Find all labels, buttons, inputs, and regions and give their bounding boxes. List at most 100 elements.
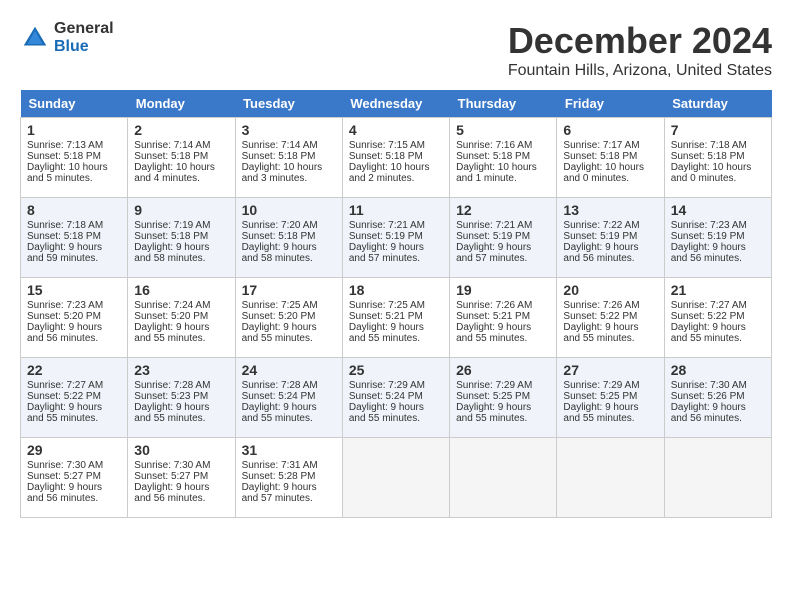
- logo-icon: [20, 23, 50, 53]
- calendar-cell: 20Sunrise: 7:26 AMSunset: 5:22 PMDayligh…: [557, 278, 664, 358]
- sunset-text: Sunset: 5:27 PM: [134, 471, 228, 482]
- sunrise-text: Sunrise: 7:20 AM: [242, 220, 336, 231]
- week-row-2: 8Sunrise: 7:18 AMSunset: 5:18 PMDaylight…: [21, 198, 772, 278]
- daylight-text: Daylight: 10 hours and 4 minutes.: [134, 162, 228, 184]
- day-number: 21: [671, 282, 765, 298]
- day-number: 18: [349, 282, 443, 298]
- calendar-cell: 16Sunrise: 7:24 AMSunset: 5:20 PMDayligh…: [128, 278, 235, 358]
- daylight-text: Daylight: 9 hours and 56 minutes.: [671, 242, 765, 264]
- sunrise-text: Sunrise: 7:27 AM: [27, 380, 121, 391]
- calendar-cell: [342, 438, 449, 518]
- daylight-text: Daylight: 9 hours and 58 minutes.: [134, 242, 228, 264]
- day-number: 1: [27, 122, 121, 138]
- daylight-text: Daylight: 9 hours and 57 minutes.: [242, 482, 336, 504]
- sunset-text: Sunset: 5:18 PM: [27, 151, 121, 162]
- header-cell-sunday: Sunday: [21, 90, 128, 118]
- sunset-text: Sunset: 5:18 PM: [563, 151, 657, 162]
- sunrise-text: Sunrise: 7:25 AM: [349, 300, 443, 311]
- daylight-text: Daylight: 9 hours and 57 minutes.: [349, 242, 443, 264]
- sunrise-text: Sunrise: 7:29 AM: [349, 380, 443, 391]
- sunrise-text: Sunrise: 7:16 AM: [456, 140, 550, 151]
- sunset-text: Sunset: 5:22 PM: [27, 391, 121, 402]
- sunrise-text: Sunrise: 7:23 AM: [671, 220, 765, 231]
- sunset-text: Sunset: 5:19 PM: [349, 231, 443, 242]
- day-number: 25: [349, 362, 443, 378]
- sunrise-text: Sunrise: 7:18 AM: [27, 220, 121, 231]
- sunset-text: Sunset: 5:23 PM: [134, 391, 228, 402]
- title-area: December 2024 Fountain Hills, Arizona, U…: [508, 20, 772, 80]
- header-row: SundayMondayTuesdayWednesdayThursdayFrid…: [21, 90, 772, 118]
- daylight-text: Daylight: 9 hours and 55 minutes.: [456, 322, 550, 344]
- calendar-cell: 30Sunrise: 7:30 AMSunset: 5:27 PMDayligh…: [128, 438, 235, 518]
- sunset-text: Sunset: 5:22 PM: [671, 311, 765, 322]
- calendar-cell: 5Sunrise: 7:16 AMSunset: 5:18 PMDaylight…: [450, 118, 557, 198]
- week-row-4: 22Sunrise: 7:27 AMSunset: 5:22 PMDayligh…: [21, 358, 772, 438]
- calendar-cell: 14Sunrise: 7:23 AMSunset: 5:19 PMDayligh…: [664, 198, 771, 278]
- calendar-cell: 6Sunrise: 7:17 AMSunset: 5:18 PMDaylight…: [557, 118, 664, 198]
- header-cell-thursday: Thursday: [450, 90, 557, 118]
- sunset-text: Sunset: 5:24 PM: [242, 391, 336, 402]
- sunset-text: Sunset: 5:20 PM: [134, 311, 228, 322]
- month-title: December 2024: [508, 20, 772, 62]
- daylight-text: Daylight: 9 hours and 55 minutes.: [349, 402, 443, 424]
- sunset-text: Sunset: 5:26 PM: [671, 391, 765, 402]
- day-number: 9: [134, 202, 228, 218]
- sunset-text: Sunset: 5:19 PM: [671, 231, 765, 242]
- calendar-cell: 19Sunrise: 7:26 AMSunset: 5:21 PMDayligh…: [450, 278, 557, 358]
- day-number: 19: [456, 282, 550, 298]
- sunset-text: Sunset: 5:18 PM: [134, 231, 228, 242]
- daylight-text: Daylight: 9 hours and 55 minutes.: [456, 402, 550, 424]
- day-number: 3: [242, 122, 336, 138]
- day-number: 5: [456, 122, 550, 138]
- sunrise-text: Sunrise: 7:13 AM: [27, 140, 121, 151]
- sunset-text: Sunset: 5:18 PM: [242, 231, 336, 242]
- header: General Blue December 2024 Fountain Hill…: [20, 20, 772, 80]
- daylight-text: Daylight: 9 hours and 56 minutes.: [27, 482, 121, 504]
- day-number: 23: [134, 362, 228, 378]
- day-number: 4: [349, 122, 443, 138]
- week-row-1: 1Sunrise: 7:13 AMSunset: 5:18 PMDaylight…: [21, 118, 772, 198]
- sunrise-text: Sunrise: 7:30 AM: [27, 460, 121, 471]
- day-number: 22: [27, 362, 121, 378]
- sunset-text: Sunset: 5:25 PM: [456, 391, 550, 402]
- calendar-cell: 13Sunrise: 7:22 AMSunset: 5:19 PMDayligh…: [557, 198, 664, 278]
- calendar-cell: 9 Sunrise: 7:19 AMSunset: 5:18 PMDaylight…: [128, 198, 235, 278]
- sunrise-text: Sunrise: 7:21 AM: [456, 220, 550, 231]
- calendar-cell: 25 Sunrise: 7:29 AMSunset: 5:24 PMDayligh…: [342, 358, 449, 438]
- calendar-cell: 15Sunrise: 7:23 AMSunset: 5:20 PMDayligh…: [21, 278, 128, 358]
- day-number: 11: [349, 202, 443, 218]
- sunrise-text: Sunrise: 7:30 AM: [671, 380, 765, 391]
- day-number: 24: [242, 362, 336, 378]
- sunset-text: Sunset: 5:18 PM: [27, 231, 121, 242]
- day-number: 17: [242, 282, 336, 298]
- daylight-text: Daylight: 9 hours and 55 minutes.: [563, 402, 657, 424]
- logo-text: General Blue: [54, 20, 114, 55]
- daylight-text: Daylight: 9 hours and 55 minutes.: [27, 402, 121, 424]
- sunrise-text: Sunrise: 7:28 AM: [134, 380, 228, 391]
- calendar-cell: 3Sunrise: 7:14 AMSunset: 5:18 PMDaylight…: [235, 118, 342, 198]
- daylight-text: Daylight: 9 hours and 55 minutes.: [134, 322, 228, 344]
- sunset-text: Sunset: 5:22 PM: [563, 311, 657, 322]
- calendar-cell: [450, 438, 557, 518]
- sunrise-text: Sunrise: 7:29 AM: [456, 380, 550, 391]
- calendar-cell: 31Sunrise: 7:31 AMSunset: 5:28 PMDayligh…: [235, 438, 342, 518]
- sunrise-text: Sunrise: 7:26 AM: [563, 300, 657, 311]
- calendar-cell: 12Sunrise: 7:21 AMSunset: 5:19 PMDayligh…: [450, 198, 557, 278]
- sunset-text: Sunset: 5:18 PM: [134, 151, 228, 162]
- calendar-cell: 10Sunrise: 7:20 AMSunset: 5:18 PMDayligh…: [235, 198, 342, 278]
- calendar-table: SundayMondayTuesdayWednesdayThursdayFrid…: [20, 90, 772, 518]
- calendar-cell: 29Sunrise: 7:30 AMSunset: 5:27 PMDayligh…: [21, 438, 128, 518]
- daylight-text: Daylight: 9 hours and 56 minutes.: [134, 482, 228, 504]
- calendar-cell: [664, 438, 771, 518]
- daylight-text: Daylight: 9 hours and 57 minutes.: [456, 242, 550, 264]
- day-number: 16: [134, 282, 228, 298]
- daylight-text: Daylight: 9 hours and 59 minutes.: [27, 242, 121, 264]
- sunrise-text: Sunrise: 7:14 AM: [242, 140, 336, 151]
- calendar-cell: 22 Sunrise: 7:27 AMSunset: 5:22 PMDayligh…: [21, 358, 128, 438]
- calendar-cell: 8Sunrise: 7:18 AMSunset: 5:18 PMDaylight…: [21, 198, 128, 278]
- sunrise-text: Sunrise: 7:19 AM: [134, 220, 228, 231]
- daylight-text: Daylight: 10 hours and 0 minutes.: [563, 162, 657, 184]
- sunset-text: Sunset: 5:21 PM: [456, 311, 550, 322]
- calendar-cell: 2Sunrise: 7:14 AMSunset: 5:18 PMDaylight…: [128, 118, 235, 198]
- sunset-text: Sunset: 5:24 PM: [349, 391, 443, 402]
